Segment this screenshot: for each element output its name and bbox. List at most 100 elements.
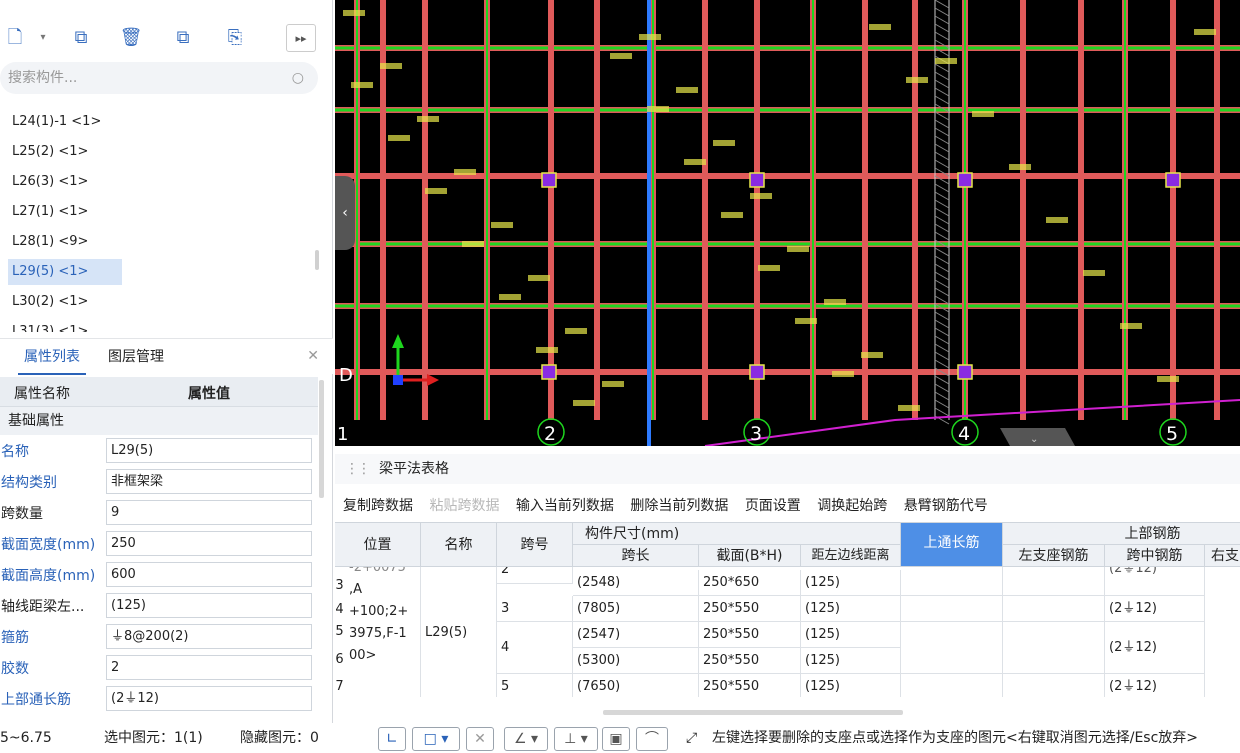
dropdown-icon[interactable]: ▾ bbox=[30, 24, 56, 52]
list-item[interactable]: L31(3) <1> bbox=[8, 319, 92, 332]
span-cell[interactable]: 5 bbox=[497, 674, 573, 697]
property-value[interactable]: ⏚8@200(2) bbox=[106, 624, 312, 649]
list-item[interactable]: L28(1) <9> bbox=[8, 229, 92, 255]
list-item[interactable]: L27(1) <1> bbox=[8, 199, 92, 225]
snap-icon[interactable]: ⊥ ▾ bbox=[554, 727, 598, 751]
col-header[interactable]: 截面(B*H) bbox=[699, 545, 801, 567]
offset-cell[interactable]: (125) bbox=[801, 622, 901, 648]
section-cell[interactable]: 250*550 bbox=[699, 648, 801, 674]
span-length-cell[interactable]: (5300) bbox=[573, 648, 699, 674]
chevron-down-icon[interactable]: ⌄ bbox=[1030, 434, 1038, 445]
property-value[interactable]: 9 bbox=[106, 500, 312, 525]
section-cell[interactable]: 250*650 bbox=[699, 570, 801, 596]
chevron-left-icon[interactable]: ‹ bbox=[335, 176, 355, 250]
col-header[interactable]: 位置 bbox=[335, 523, 421, 567]
col-header-selected[interactable]: 上通长筋 bbox=[901, 523, 1003, 567]
offset-cell[interactable]: (125) bbox=[801, 674, 901, 697]
col-header[interactable]: 名称 bbox=[421, 523, 497, 567]
search-input[interactable]: 搜索构件... ○ bbox=[0, 62, 318, 94]
delete-column-button[interactable]: 删除当前列数据 bbox=[630, 498, 728, 514]
cad-drawing[interactable]: D 1 2 3 4 5 ⌄ bbox=[335, 0, 1240, 446]
drag-handle-icon[interactable]: ⋮⋮ bbox=[345, 461, 371, 477]
col-header[interactable]: 左支座钢筋 bbox=[1003, 545, 1105, 567]
top-through-cell[interactable] bbox=[901, 596, 1003, 622]
property-value[interactable]: 250 bbox=[106, 531, 312, 556]
span-length-cell[interactable]: (2547) bbox=[573, 622, 699, 648]
col-header[interactable]: 跨号 bbox=[497, 523, 573, 567]
column-marker[interactable] bbox=[541, 172, 557, 188]
table-hscrollbar[interactable] bbox=[603, 710, 903, 715]
col-header[interactable]: 右支 bbox=[1205, 545, 1240, 567]
left-seat-cell[interactable] bbox=[1003, 567, 1105, 596]
select-rect-icon[interactable]: □ ▾ bbox=[412, 727, 460, 751]
property-value[interactable]: (125) bbox=[106, 593, 312, 618]
column-marker[interactable] bbox=[957, 172, 973, 188]
property-value[interactable]: 非框架梁 bbox=[106, 469, 312, 494]
property-value[interactable]: L29(5) bbox=[106, 438, 312, 463]
span-length-cell[interactable]: (2548) bbox=[573, 570, 699, 596]
export-icon[interactable]: ⎘ bbox=[222, 24, 248, 52]
span-cell[interactable]: 3 bbox=[497, 596, 573, 622]
column-marker[interactable] bbox=[1165, 172, 1181, 188]
arc-icon[interactable]: ⌒ bbox=[636, 727, 668, 751]
offset-cell[interactable]: (125) bbox=[801, 570, 901, 596]
offset-cell[interactable]: (125) bbox=[801, 648, 901, 674]
delete-icon[interactable]: 🗑 bbox=[118, 24, 144, 52]
mid-cell[interactable]: (2⏚12) bbox=[1105, 567, 1205, 596]
cad-canvas[interactable]: D 1 2 3 4 5 ⌄ bbox=[335, 0, 1240, 446]
span-length-cell[interactable]: (7805) bbox=[573, 596, 699, 622]
section-cell[interactable]: 250*550 bbox=[699, 622, 801, 648]
list-item[interactable]: L26(3) <1> bbox=[8, 169, 92, 195]
swap-start-button[interactable]: 调换起始跨 bbox=[817, 498, 887, 514]
property-value[interactable]: 2 bbox=[106, 655, 312, 680]
col-header[interactable]: 距左边线距离 bbox=[801, 545, 901, 567]
section-cell[interactable]: 250*550 bbox=[699, 674, 801, 697]
list-item[interactable]: L25(2) <1> bbox=[8, 139, 92, 165]
name-cell[interactable]: L29(5) bbox=[421, 567, 497, 697]
section-cell[interactable]: 250*550 bbox=[699, 596, 801, 622]
close-icon[interactable]: ✕ bbox=[307, 348, 319, 364]
span-cell[interactable]: 4 bbox=[497, 622, 573, 674]
position-cell[interactable]: -2+0075 ,A +100;2+ 3975,F-1 00> bbox=[335, 567, 421, 697]
list-scrollbar[interactable] bbox=[315, 250, 319, 270]
more-icon[interactable]: ▸▸ bbox=[286, 24, 316, 52]
copy-span-button[interactable]: 复制跨数据 bbox=[343, 498, 413, 514]
tab-properties[interactable]: 属性列表 bbox=[18, 339, 86, 375]
col-header[interactable]: 跨中钢筋 bbox=[1105, 545, 1205, 567]
col-header[interactable]: 跨长 bbox=[573, 545, 699, 567]
paste-span-button[interactable]: 粘贴跨数据 bbox=[429, 498, 499, 514]
copy-view-icon[interactable]: ▣ bbox=[602, 727, 630, 751]
cross-icon[interactable]: ✕ bbox=[466, 727, 494, 751]
new-icon[interactable]: 🗋 bbox=[2, 24, 28, 52]
left-seat-cell[interactable] bbox=[1003, 622, 1105, 674]
top-through-cell[interactable] bbox=[901, 622, 1003, 674]
column-marker[interactable] bbox=[541, 364, 557, 380]
search-icon[interactable]: ○ bbox=[292, 62, 304, 94]
copy-icon[interactable]: ⧉ bbox=[68, 24, 94, 52]
top-through-cell[interactable] bbox=[901, 567, 1003, 596]
page-setup-button[interactable]: 页面设置 bbox=[745, 498, 801, 514]
property-value[interactable]: (2⏚12) bbox=[106, 686, 312, 711]
mid-cell[interactable]: (2⏚12) bbox=[1105, 622, 1205, 674]
layer-copy-icon[interactable]: ⧉ bbox=[170, 24, 196, 52]
angle-icon[interactable]: ∠ ▾ bbox=[504, 727, 548, 751]
offset-cell[interactable]: (125) bbox=[801, 596, 901, 622]
tab-layers[interactable]: 图层管理 bbox=[108, 339, 164, 375]
column-marker[interactable] bbox=[749, 364, 765, 380]
list-item-selected[interactable]: L29(5) <1> bbox=[8, 259, 122, 285]
list-item[interactable]: L24(1)-1 <1> bbox=[8, 109, 105, 135]
left-seat-cell[interactable] bbox=[1003, 674, 1105, 697]
span-cell[interactable]: 2 bbox=[497, 567, 573, 584]
column-marker[interactable] bbox=[749, 172, 765, 188]
property-scrollbar[interactable] bbox=[319, 380, 324, 498]
mid-cell[interactable]: (2⏚12) bbox=[1105, 596, 1205, 622]
left-seat-cell[interactable] bbox=[1003, 596, 1105, 622]
input-column-button[interactable]: 输入当前列数据 bbox=[516, 498, 614, 514]
property-value[interactable]: 600 bbox=[106, 562, 312, 587]
cantilever-code-button[interactable]: 悬臂钢筋代号 bbox=[904, 498, 988, 514]
list-item[interactable]: L30(2) <1> bbox=[8, 289, 92, 315]
top-through-cell[interactable] bbox=[901, 674, 1003, 697]
ortho-icon[interactable]: ∟ bbox=[378, 727, 406, 751]
column-marker[interactable] bbox=[957, 364, 973, 380]
span-length-cell[interactable]: (7650) bbox=[573, 674, 699, 697]
